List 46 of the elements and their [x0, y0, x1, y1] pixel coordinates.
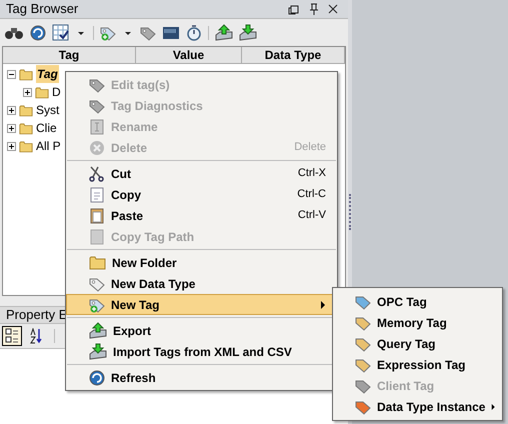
menu-item[interactable]: New Data Type [66, 273, 337, 294]
pin-icon[interactable] [308, 3, 320, 15]
column-header[interactable]: Data Type [242, 47, 345, 63]
folder-icon [19, 140, 33, 152]
column-header[interactable]: Value [136, 47, 242, 63]
folder-icon [19, 104, 33, 116]
categorized-button[interactable] [2, 326, 22, 346]
export-icon [89, 322, 107, 340]
expander[interactable] [7, 124, 16, 132]
menu-item[interactable]: Cut Ctrl-X [66, 163, 337, 184]
document-icon [89, 228, 105, 244]
folder-icon [35, 86, 49, 98]
refresh-icon[interactable] [30, 24, 46, 40]
menu-item[interactable]: New Folder [66, 252, 337, 273]
menu-item[interactable]: Paste Ctrl-V [66, 205, 337, 226]
menu-item[interactable]: Copy Ctrl-C [66, 184, 337, 205]
menu-item[interactable]: Data Type Instance [333, 396, 502, 417]
expander[interactable] [7, 70, 16, 78]
restore-icon[interactable] [288, 3, 300, 15]
panel-title: Tag Browser [6, 0, 80, 18]
tree-item[interactable]: Syst [36, 101, 60, 119]
folder-icon [19, 122, 33, 134]
tree-item[interactable]: All P [36, 137, 61, 155]
refresh-icon [89, 370, 105, 386]
tag-add-icon [89, 296, 105, 312]
expander[interactable] [7, 142, 16, 150]
close-icon[interactable] [328, 4, 338, 14]
column-header[interactable]: Tag [3, 47, 136, 63]
rename-icon [89, 118, 105, 134]
delete-icon [89, 140, 105, 156]
tree-item[interactable]: Clie [36, 119, 57, 137]
folder-icon [89, 255, 106, 270]
scissors-icon [89, 166, 105, 182]
expander[interactable] [23, 88, 32, 96]
tree-item[interactable]: Tag [36, 65, 59, 83]
import-icon[interactable] [239, 24, 257, 42]
grid-icon[interactable] [52, 24, 69, 41]
expander[interactable] [7, 106, 16, 114]
clipboard-icon [89, 208, 105, 224]
import-icon [89, 342, 107, 360]
export-icon[interactable] [215, 24, 233, 42]
folder-icon [19, 68, 33, 80]
document-icon [89, 186, 105, 202]
opc-server-icon[interactable] [162, 24, 180, 40]
tree-item[interactable]: D [52, 83, 61, 101]
stopwatch-icon[interactable] [186, 24, 202, 40]
